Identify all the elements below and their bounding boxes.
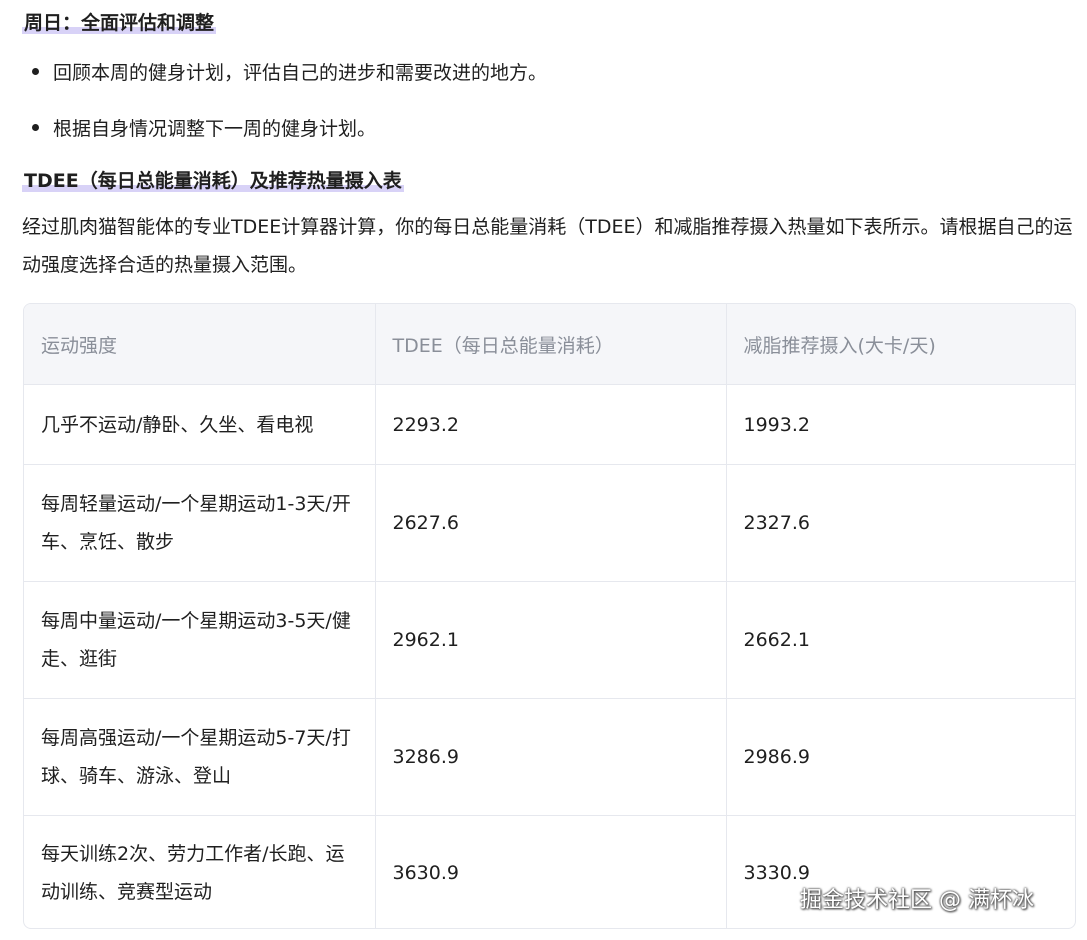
sunday-heading: 周日：全面评估和调整 <box>22 8 217 35</box>
tdee-table: 运动强度 TDEE（每日总能量消耗） 减脂推荐摄入(大卡/天) 几乎不运动/静卧… <box>23 303 1076 929</box>
column-header-intensity: 运动强度 <box>24 304 376 385</box>
column-header-recommended: 减脂推荐摄入(大卡/天) <box>726 304 1075 385</box>
table-row: 每周中量运动/一个星期运动3-5天/健走、逛街 2962.1 2662.1 <box>24 581 1075 699</box>
table-row: 每周轻量运动/一个星期运动1-3天/开车、烹饪、散步 2627.6 2327.6 <box>24 464 1075 582</box>
list-item-text: 回顾本周的健身计划，评估自己的进步和需要改进的地方。 <box>53 62 548 84</box>
sunday-heading-text: 周日：全面评估和调整 <box>22 12 217 34</box>
list-item-text: 根据自身情况调整下一周的健身计划。 <box>53 118 377 140</box>
bullet-dot <box>32 68 39 75</box>
cell-intensity: 每天训练2次、劳力工作者/长跑、运动训练、竞赛型运动 <box>24 815 376 928</box>
cell-tdee: 3286.9 <box>375 698 727 816</box>
intro-paragraph: 经过肌肉猫智能体的专业TDEE计算器计算，你的每日总能量消耗（TDEE）和减脂推… <box>22 216 1073 276</box>
column-header-tdee: TDEE（每日总能量消耗） <box>375 304 727 385</box>
bullet-dot <box>32 124 39 131</box>
cell-recommended: 2662.1 <box>726 581 1075 699</box>
cell-recommended: 1993.2 <box>726 384 1075 465</box>
cell-intensity: 每周高强运动/一个星期运动5-7天/打球、骑车、游泳、登山 <box>24 698 376 816</box>
cell-tdee: 2962.1 <box>375 581 727 699</box>
cell-intensity: 几乎不运动/静卧、久坐、看电视 <box>24 384 376 465</box>
tdee-heading: TDEE（每日总能量消耗）及推荐热量摄入表 <box>22 166 404 193</box>
list-item: 回顾本周的健身计划，评估自己的进步和需要改进的地方。 <box>32 58 547 85</box>
cell-recommended: 2327.6 <box>726 464 1075 582</box>
table-row: 每周高强运动/一个星期运动5-7天/打球、骑车、游泳、登山 3286.9 298… <box>24 698 1075 816</box>
table-row: 几乎不运动/静卧、久坐、看电视 2293.2 1993.2 <box>24 384 1075 465</box>
data-table: 运动强度 TDEE（每日总能量消耗） 减脂推荐摄入(大卡/天) 几乎不运动/静卧… <box>24 304 1075 928</box>
tdee-heading-text: TDEE（每日总能量消耗）及推荐热量摄入表 <box>22 170 404 192</box>
cell-intensity: 每周中量运动/一个星期运动3-5天/健走、逛街 <box>24 581 376 699</box>
cell-recommended: 2986.9 <box>726 698 1075 816</box>
cell-tdee: 2293.2 <box>375 384 727 465</box>
watermark: 掘金技术社区 @ 满杯冰 <box>800 888 1034 913</box>
table-header-row: 运动强度 TDEE（每日总能量消耗） 减脂推荐摄入(大卡/天) <box>24 304 1075 385</box>
list-item: 根据自身情况调整下一周的健身计划。 <box>32 114 376 141</box>
cell-tdee: 2627.6 <box>375 464 727 582</box>
cell-intensity: 每周轻量运动/一个星期运动1-3天/开车、烹饪、散步 <box>24 464 376 582</box>
cell-tdee: 3630.9 <box>375 815 727 928</box>
